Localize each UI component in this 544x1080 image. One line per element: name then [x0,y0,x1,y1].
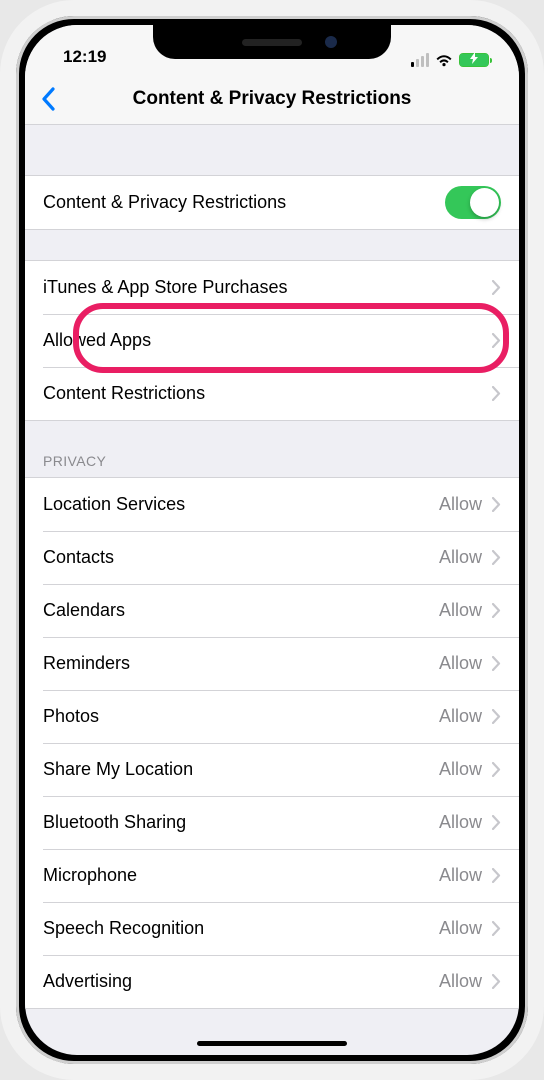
row-speech-recognition[interactable]: Speech RecognitionAllow [25,902,519,955]
row-label: Bluetooth Sharing [43,812,439,833]
row-value: Allow [439,706,482,727]
row-content-privacy-toggle[interactable]: Content & Privacy Restrictions [25,176,519,229]
row-label: Photos [43,706,439,727]
screen: 12:19 Content & Privacy [25,25,519,1055]
status-time: 12:19 [51,47,106,71]
row-label: Microphone [43,865,439,886]
row-label: Contacts [43,547,439,568]
chevron-right-icon [492,921,501,936]
toggle-switch[interactable] [445,186,501,219]
row-value: Allow [439,812,482,833]
chevron-right-icon [492,815,501,830]
back-button[interactable] [33,73,64,124]
cellular-signal-icon [411,53,430,67]
row-label: Content & Privacy Restrictions [43,192,445,213]
row-value: Allow [439,547,482,568]
group-toggle: Content & Privacy Restrictions [25,175,519,230]
row-label: iTunes & App Store Purchases [43,277,492,298]
chevron-right-icon [492,603,501,618]
row-share-my-location[interactable]: Share My LocationAllow [25,743,519,796]
row-allowed-apps[interactable]: Allowed Apps [25,314,519,367]
row-label: Share My Location [43,759,439,780]
row-label: Allowed Apps [43,330,492,351]
row-location-services[interactable]: Location ServicesAllow [25,478,519,531]
row-itunes-app-store-purchases[interactable]: iTunes & App Store Purchases [25,261,519,314]
row-label: Calendars [43,600,439,621]
chevron-right-icon [492,868,501,883]
chevron-right-icon [492,550,501,565]
row-contacts[interactable]: ContactsAllow [25,531,519,584]
row-value: Allow [439,600,482,621]
home-indicator[interactable] [197,1041,347,1046]
row-advertising[interactable]: AdvertisingAllow [25,955,519,1008]
chevron-right-icon [492,280,501,295]
row-value: Allow [439,494,482,515]
battery-icon [459,53,489,67]
row-label: Speech Recognition [43,918,439,939]
row-value: Allow [439,918,482,939]
row-content-restrictions[interactable]: Content Restrictions [25,367,519,420]
row-value: Allow [439,653,482,674]
row-reminders[interactable]: RemindersAllow [25,637,519,690]
row-label: Reminders [43,653,439,674]
row-value: Allow [439,759,482,780]
chevron-right-icon [492,656,501,671]
group-purchases: iTunes & App Store Purchases Allowed Apps… [25,260,519,421]
row-bluetooth-sharing[interactable]: Bluetooth SharingAllow [25,796,519,849]
group-privacy: Location ServicesAllowContactsAllowCalen… [25,477,519,1009]
row-microphone[interactable]: MicrophoneAllow [25,849,519,902]
section-header-privacy: PRIVACY [25,421,519,477]
row-value: Allow [439,971,482,992]
row-calendars[interactable]: CalendarsAllow [25,584,519,637]
chevron-right-icon [492,762,501,777]
page-title: Content & Privacy Restrictions [133,88,412,110]
notch [153,25,391,59]
chevron-right-icon [492,333,501,348]
row-label: Advertising [43,971,439,992]
content-scroll[interactable]: Content & Privacy Restrictions iTunes & … [25,125,519,1055]
row-photos[interactable]: PhotosAllow [25,690,519,743]
row-label: Location Services [43,494,439,515]
row-label: Content Restrictions [43,383,492,404]
nav-bar: Content & Privacy Restrictions [25,73,519,125]
wifi-icon [435,54,453,67]
chevron-right-icon [492,386,501,401]
chevron-left-icon [41,87,56,111]
chevron-right-icon [492,709,501,724]
row-value: Allow [439,865,482,886]
chevron-right-icon [492,974,501,989]
chevron-right-icon [492,497,501,512]
